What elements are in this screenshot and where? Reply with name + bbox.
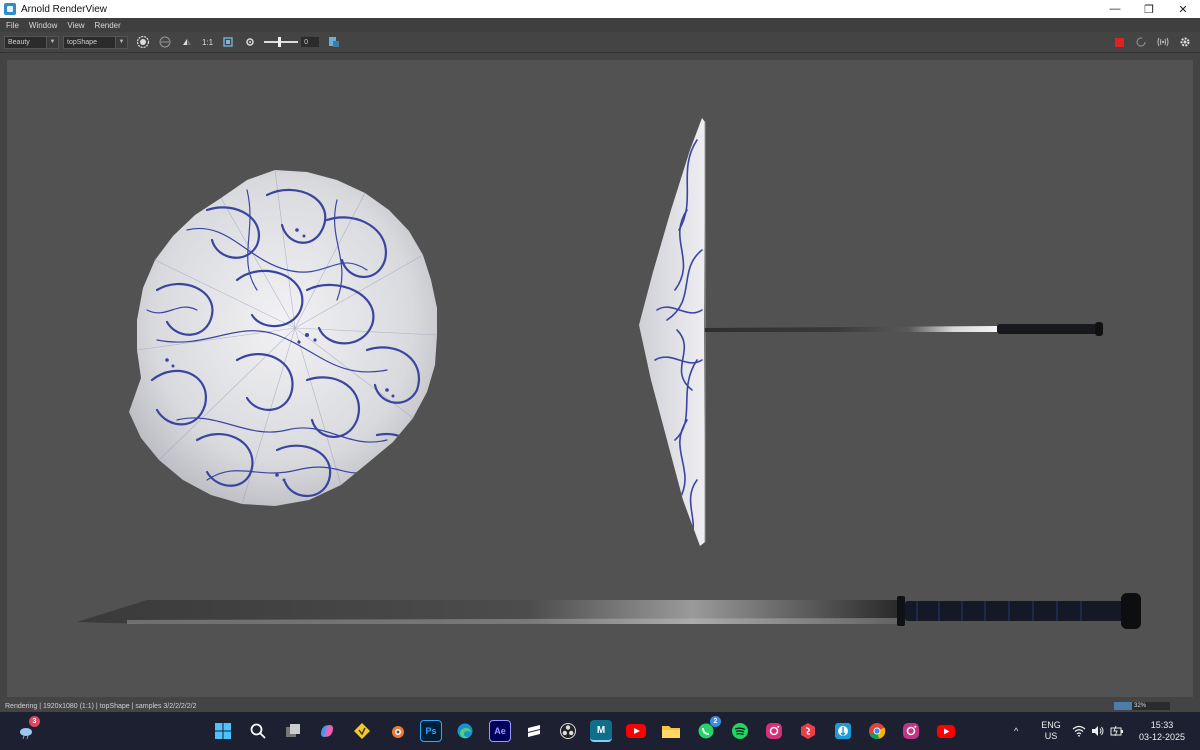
exposure-field[interactable]: 0	[301, 37, 320, 47]
settings-gear-icon[interactable]	[1178, 35, 1192, 49]
language-indicator[interactable]: ENG US	[1040, 712, 1062, 750]
pinned-app-yellow-icon[interactable]	[351, 720, 373, 742]
parasol-top-view	[129, 170, 437, 506]
maya-label: M	[596, 724, 606, 736]
pinned-app-cyan-icon[interactable]	[832, 720, 854, 742]
chevron-up-icon: ^	[1014, 726, 1019, 736]
youtube-icon[interactable]	[625, 720, 647, 742]
stop-render-icon[interactable]	[1112, 35, 1126, 49]
whatsapp-badge: 2	[710, 716, 721, 727]
window-controls: — ❐ ✕	[1098, 0, 1200, 18]
arnold-app-icon	[4, 3, 16, 15]
aov-value: Beauty	[8, 38, 30, 46]
search-icon[interactable]	[247, 720, 269, 742]
zoom-value: 32%	[1134, 703, 1147, 709]
tray-overflow-chevron[interactable]: ^	[1014, 712, 1018, 750]
ratio-button[interactable]: 1:1	[202, 38, 213, 47]
whatsapp-icon[interactable]: 2	[695, 716, 721, 742]
menu-bar: File Window View Render	[0, 18, 1200, 32]
minimize-button[interactable]: —	[1098, 0, 1132, 18]
menu-render[interactable]: Render	[95, 21, 121, 30]
camera-dropdown[interactable]: topShape ▼	[63, 35, 128, 49]
crop-frame-icon[interactable]	[221, 35, 235, 49]
windows-taskbar: 3 Ps Ae M 2 ^ ENG US 15:33 03-12-2025	[0, 712, 1200, 750]
volume-icon[interactable]	[1091, 712, 1105, 750]
render-region-icon[interactable]	[136, 35, 150, 49]
system-clock[interactable]: 15:33 03-12-2025	[1136, 712, 1188, 750]
capcut-icon[interactable]	[523, 720, 545, 742]
after-effects-label: Ae	[494, 726, 506, 736]
file-explorer-icon[interactable]	[660, 720, 682, 742]
blender-icon[interactable]	[386, 720, 408, 742]
zoom-indicator[interactable]: 32%	[1114, 702, 1170, 710]
pinned-app-red-icon[interactable]	[797, 720, 819, 742]
chrome-icon[interactable]	[866, 720, 888, 742]
status-bar: Rendering | 1920x1080 (1:1) | topShape |…	[0, 700, 1200, 712]
photoshop-icon[interactable]: Ps	[420, 720, 442, 742]
window-title: Arnold RenderView	[21, 3, 107, 15]
obs-icon[interactable]	[557, 720, 579, 742]
ipr-icon[interactable]	[1156, 35, 1170, 49]
render-toolbar: Beauty ▼ topShape ▼ 1:1 0	[0, 32, 1200, 53]
maximize-button[interactable]: ❐	[1132, 0, 1166, 18]
close-button[interactable]: ✕	[1166, 0, 1200, 18]
instagram-second-icon[interactable]	[900, 720, 922, 742]
battery-icon[interactable]	[1110, 712, 1124, 750]
maya-icon[interactable]: M	[590, 720, 612, 742]
clock-date: 03-12-2025	[1138, 732, 1186, 742]
spotify-icon[interactable]	[729, 720, 751, 742]
exposure-gear-icon[interactable]	[243, 35, 257, 49]
zoom-fill	[1114, 702, 1132, 710]
status-text: Rendering | 1920x1080 (1:1) | topShape |…	[5, 702, 197, 710]
aov-dropdown[interactable]: Beauty ▼	[4, 35, 59, 49]
channels-icon[interactable]	[158, 35, 172, 49]
snapshot-icon[interactable]	[327, 35, 341, 49]
sword-render	[77, 593, 1141, 629]
toolbar-right	[1108, 35, 1196, 49]
photoshop-label: Ps	[425, 726, 437, 736]
chevron-down-icon: ▼	[115, 36, 127, 48]
render-viewport[interactable]	[7, 60, 1193, 697]
clock-time: 15:33	[1150, 720, 1174, 730]
title-bar: Arnold RenderView — ❐ ✕	[0, 0, 1200, 18]
instagram-icon[interactable]	[763, 720, 785, 742]
camera-value: topShape	[67, 38, 97, 46]
menu-window[interactable]: Window	[29, 21, 57, 30]
lang-region: US	[1044, 731, 1058, 741]
menu-view[interactable]: View	[67, 21, 84, 30]
weather-widget-icon[interactable]: 3	[14, 716, 40, 742]
chevron-down-icon: ▼	[46, 36, 58, 48]
copilot-icon[interactable]	[316, 720, 338, 742]
wifi-icon[interactable]	[1072, 712, 1086, 750]
windows-start-icon[interactable]	[212, 720, 234, 742]
refresh-icon[interactable]	[1134, 35, 1148, 49]
exposure-slider[interactable]	[264, 37, 299, 47]
slider-handle[interactable]	[278, 37, 282, 47]
edge-icon[interactable]	[454, 720, 476, 742]
render-image	[77, 118, 1141, 629]
after-effects-icon[interactable]: Ae	[489, 720, 511, 742]
menu-file[interactable]: File	[6, 21, 19, 30]
lang-code: ENG	[1041, 720, 1061, 730]
youtube-second-icon[interactable]	[935, 720, 957, 742]
weather-badge: 3	[29, 716, 40, 727]
contrast-icon[interactable]	[180, 35, 194, 49]
parasol-side-view	[639, 118, 1103, 546]
task-view-icon[interactable]	[282, 720, 304, 742]
